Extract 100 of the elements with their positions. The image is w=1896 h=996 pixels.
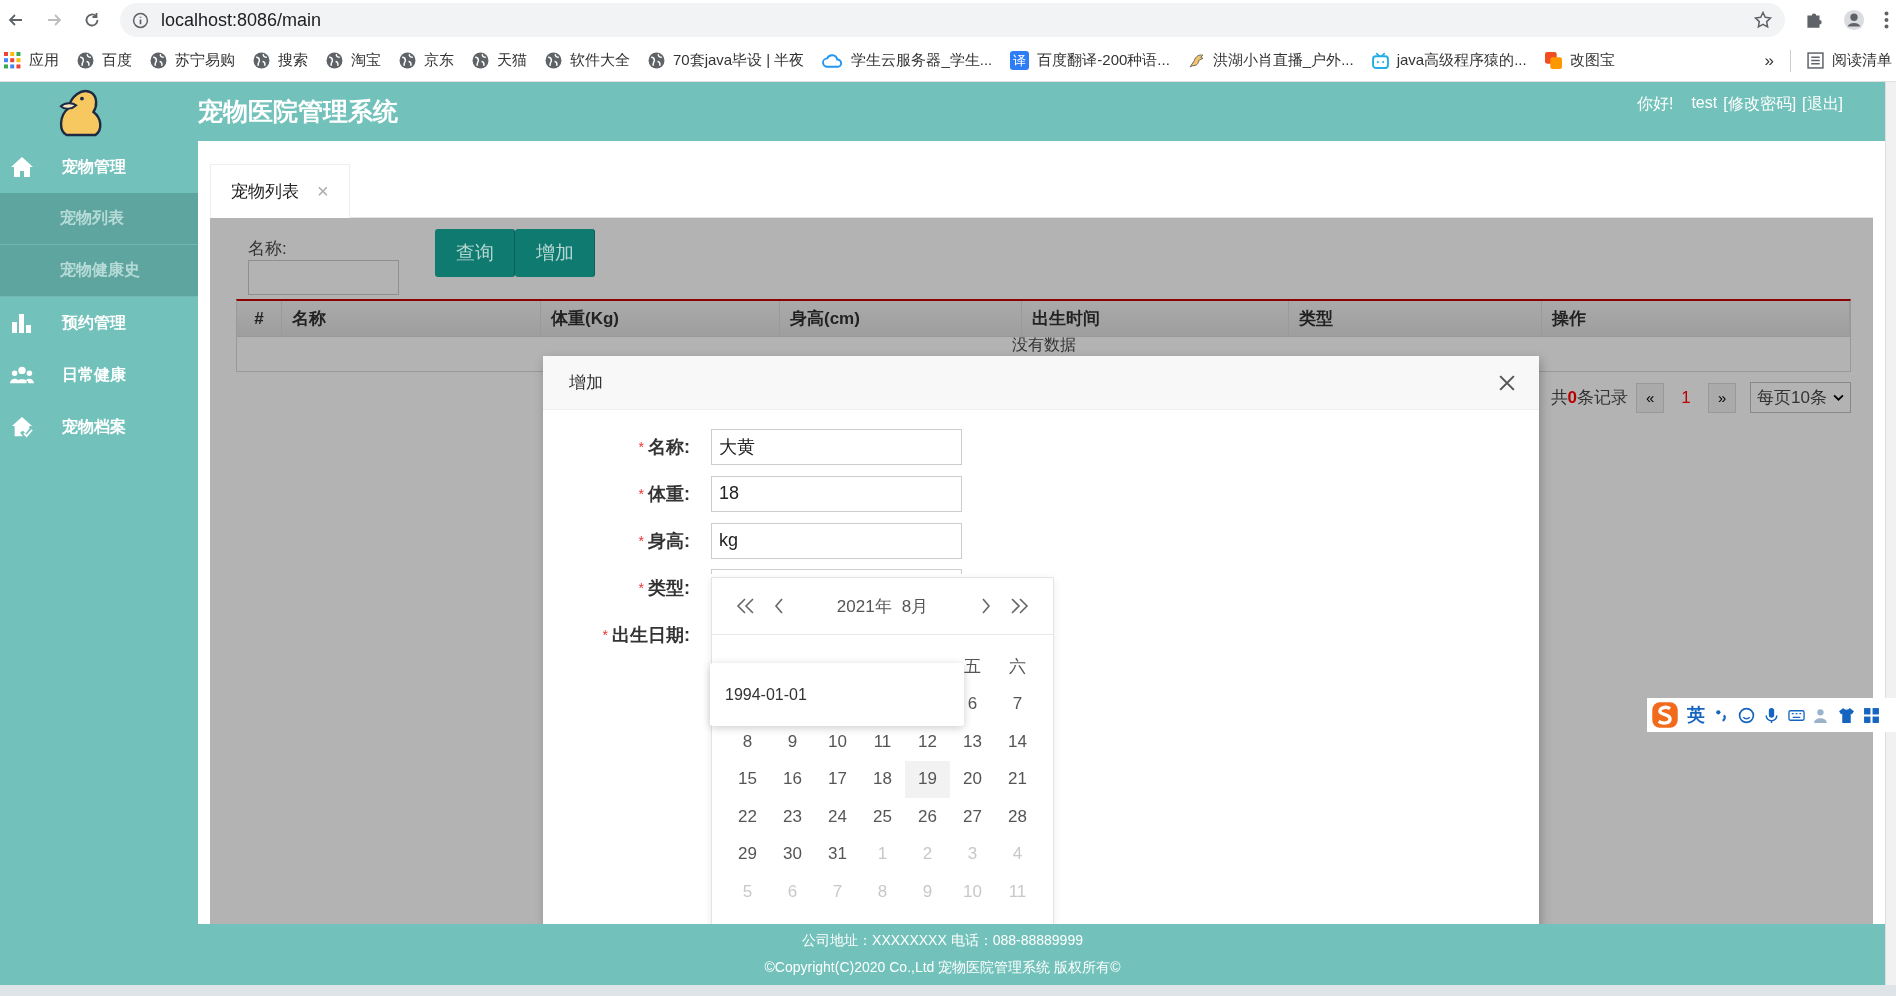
bookmark[interactable]: 淘宝 xyxy=(326,51,381,70)
suggestion-item[interactable]: 1994-01-01 xyxy=(725,685,807,704)
day-cell[interactable]: 29 xyxy=(725,835,770,873)
reading-list[interactable]: 阅读清单 xyxy=(1807,51,1892,70)
bookmark[interactable]: 搜索 xyxy=(253,51,308,70)
day-cell[interactable]: 23 xyxy=(770,798,815,836)
profile-icon[interactable] xyxy=(1843,9,1865,31)
input-field[interactable]: 大黄 xyxy=(711,428,962,465)
close-icon[interactable] xyxy=(1499,374,1515,391)
required-mark: * xyxy=(638,579,644,596)
day-cell[interactable]: 30 xyxy=(770,835,815,873)
smiley-icon[interactable] xyxy=(1738,706,1755,724)
globe-icon xyxy=(150,52,167,69)
field-label: 类型: xyxy=(648,576,690,600)
day-cell[interactable]: 9 xyxy=(770,723,815,761)
required-mark: * xyxy=(638,532,644,549)
day-cell[interactable]: 10 xyxy=(815,723,860,761)
day-cell[interactable]: 12 xyxy=(905,723,950,761)
year-label[interactable]: 2021年 xyxy=(836,594,892,618)
bookmark-label: 百度 xyxy=(102,51,132,70)
day-cell[interactable]: 24 xyxy=(815,798,860,836)
field-label: 体重: xyxy=(648,482,690,506)
page-size-select[interactable]: 每页10条 xyxy=(1750,382,1851,413)
day-cell[interactable]: 11 xyxy=(860,723,905,761)
day-cell[interactable]: 25 xyxy=(860,798,905,836)
globe-icon xyxy=(326,52,343,69)
menu-icon[interactable] xyxy=(1883,9,1890,31)
bookmark-label: 京东 xyxy=(424,51,454,70)
bookmark[interactable]: 译 百度翻译-200种语... xyxy=(1010,51,1170,70)
bar-chart-icon xyxy=(10,312,34,334)
apps-grid-icon xyxy=(4,52,21,69)
microphone-icon[interactable] xyxy=(1763,706,1780,724)
info-icon xyxy=(132,11,149,29)
tab[interactable]: 宠物列表 × xyxy=(210,164,350,218)
caret-icon xyxy=(1833,394,1844,401)
empty-text: 没有数据 xyxy=(1011,337,1076,355)
bookmark-label: 搜索 xyxy=(278,51,308,70)
day-cell[interactable]: 20 xyxy=(950,760,995,798)
url-text: localhost:8086/main xyxy=(161,9,323,31)
day-cell[interactable]: 14 xyxy=(995,723,1040,761)
previous-page-button[interactable]: « xyxy=(1636,382,1665,413)
previous-month-icon[interactable] xyxy=(774,597,784,615)
globe-icon xyxy=(253,52,270,69)
bookmark[interactable]: 天猫 xyxy=(472,51,527,70)
reading-list-label: 阅读清单 xyxy=(1832,51,1892,70)
day-cell[interactable]: 27 xyxy=(950,798,995,836)
bookmarks-overflow[interactable]: » xyxy=(1764,50,1774,71)
bookmark[interactable]: 改图宝 xyxy=(1544,51,1615,70)
bookmark[interactable]: 70套java毕设 | 半夜 xyxy=(648,51,805,70)
input-field[interactable]: 18 xyxy=(711,475,962,512)
bookmark-label: 苏宁易购 xyxy=(175,51,235,70)
day-cell[interactable]: 21 xyxy=(995,760,1040,798)
tv-icon xyxy=(1371,52,1389,69)
month-label[interactable]: 8月 xyxy=(901,594,929,618)
day-cell[interactable]: 19 xyxy=(905,760,950,798)
day-cell[interactable]: 22 xyxy=(725,798,770,836)
required-mark: * xyxy=(638,485,644,502)
translate-icon: 译 xyxy=(1010,51,1030,70)
bookmark[interactable]: 苏宁易购 xyxy=(150,51,235,70)
bookmark[interactable]: 学生云服务器_学生... xyxy=(822,51,993,70)
grid-icon[interactable] xyxy=(1863,706,1880,724)
name-search-field[interactable] xyxy=(248,260,399,295)
bookmark[interactable]: 百度 xyxy=(77,51,132,70)
day-cell[interactable]: 13 xyxy=(950,723,995,761)
ime-mode[interactable]: 英 xyxy=(1687,703,1705,727)
star-icon[interactable] xyxy=(1753,10,1773,30)
day-cell[interactable]: 8 xyxy=(725,723,770,761)
globe-icon xyxy=(399,52,416,69)
day-cell[interactable]: 17 xyxy=(815,760,860,798)
scrollbar[interactable] xyxy=(1885,82,1896,985)
column-header: 类型 xyxy=(1289,301,1542,336)
dialog-title: 增加 xyxy=(569,372,603,394)
day-cell[interactable]: 7 xyxy=(995,685,1040,723)
input-field[interactable]: kg xyxy=(711,522,962,559)
next-month-icon[interactable] xyxy=(981,597,991,615)
next-page-button[interactable]: » xyxy=(1708,382,1737,413)
previous-year-icon[interactable] xyxy=(736,597,756,615)
day-cell[interactable]: 18 xyxy=(860,760,905,798)
next-year-icon[interactable] xyxy=(1009,597,1029,615)
bookmark[interactable]: 应用 xyxy=(4,51,59,70)
bookmark[interactable]: java高级程序猿的... xyxy=(1371,51,1527,70)
greeting-text: 你好! xyxy=(1636,94,1674,114)
bookmark-label: 淘宝 xyxy=(351,51,381,70)
app-title: 宠物医院管理系统 xyxy=(198,96,398,127)
bookmark[interactable]: 软件大全 xyxy=(545,51,630,70)
bookmark-label: 天猫 xyxy=(497,51,527,70)
day-cell[interactable]: 16 xyxy=(770,760,815,798)
day-cell[interactable]: 28 xyxy=(995,798,1040,836)
day-cell[interactable]: 15 xyxy=(725,760,770,798)
shirt-icon[interactable] xyxy=(1838,706,1855,724)
bookmark-label: 改图宝 xyxy=(1569,51,1615,70)
weekday-label: 五 xyxy=(963,656,982,679)
day-cell[interactable]: 31 xyxy=(815,835,860,873)
bookmark[interactable]: 京东 xyxy=(399,51,454,70)
required-mark: * xyxy=(638,438,644,455)
record-count: 共0条记录 xyxy=(1550,387,1629,409)
field-label: 名称: xyxy=(248,238,288,260)
column-header: 名称 xyxy=(282,301,541,336)
day-cell[interactable]: 26 xyxy=(905,798,950,836)
address-bar[interactable]: localhost:8086/main xyxy=(120,3,1785,37)
